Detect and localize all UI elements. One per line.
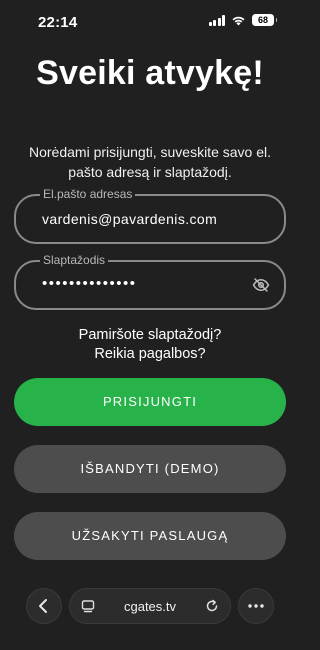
battery-icon: 68 xyxy=(252,14,277,26)
help-links: Pamiršote slaptažodį? Reikia pagalbos? xyxy=(0,326,300,364)
wifi-icon xyxy=(232,16,245,25)
forgot-password-link[interactable]: Pamiršote slaptažodį? xyxy=(0,326,300,345)
login-button[interactable]: PRISIJUNGTI xyxy=(14,378,286,426)
email-field[interactable]: El.pašto adresas vardenis@pavardenis.com xyxy=(14,187,286,244)
email-label: El.pašto adresas xyxy=(40,187,136,201)
demo-button[interactable]: IŠBANDYTI (DEMO) xyxy=(14,445,286,493)
signal-icon xyxy=(208,14,225,26)
more-button[interactable] xyxy=(238,588,274,624)
password-label: Slaptažodis xyxy=(40,253,109,267)
password-value[interactable]: •••••••••••••• xyxy=(42,275,137,292)
need-help-link[interactable]: Reikia pagalbos? xyxy=(0,345,300,364)
address-bar[interactable]: cgates.tv xyxy=(69,588,231,624)
status-icons: 68 xyxy=(208,14,277,26)
reload-icon[interactable] xyxy=(205,599,219,613)
email-value[interactable]: vardenis@pavardenis.com xyxy=(42,211,217,227)
status-time: 22:14 xyxy=(38,14,78,31)
status-bar: 22:14 68 xyxy=(0,0,300,44)
eye-off-icon[interactable] xyxy=(252,276,270,294)
page-title: Sveiki atvykę! xyxy=(36,54,264,92)
chevron-left-icon xyxy=(39,599,47,613)
login-instructions: Norėdami prisijungti, suveskite savo el.… xyxy=(29,144,271,180)
more-icon xyxy=(248,604,264,608)
order-service-button[interactable]: UŽSAKYTI PASLAUGĄ xyxy=(14,512,286,560)
browser-toolbar: cgates.tv xyxy=(0,586,300,626)
password-field[interactable]: Slaptažodis •••••••••••••• xyxy=(14,253,286,310)
back-button[interactable] xyxy=(26,588,62,624)
